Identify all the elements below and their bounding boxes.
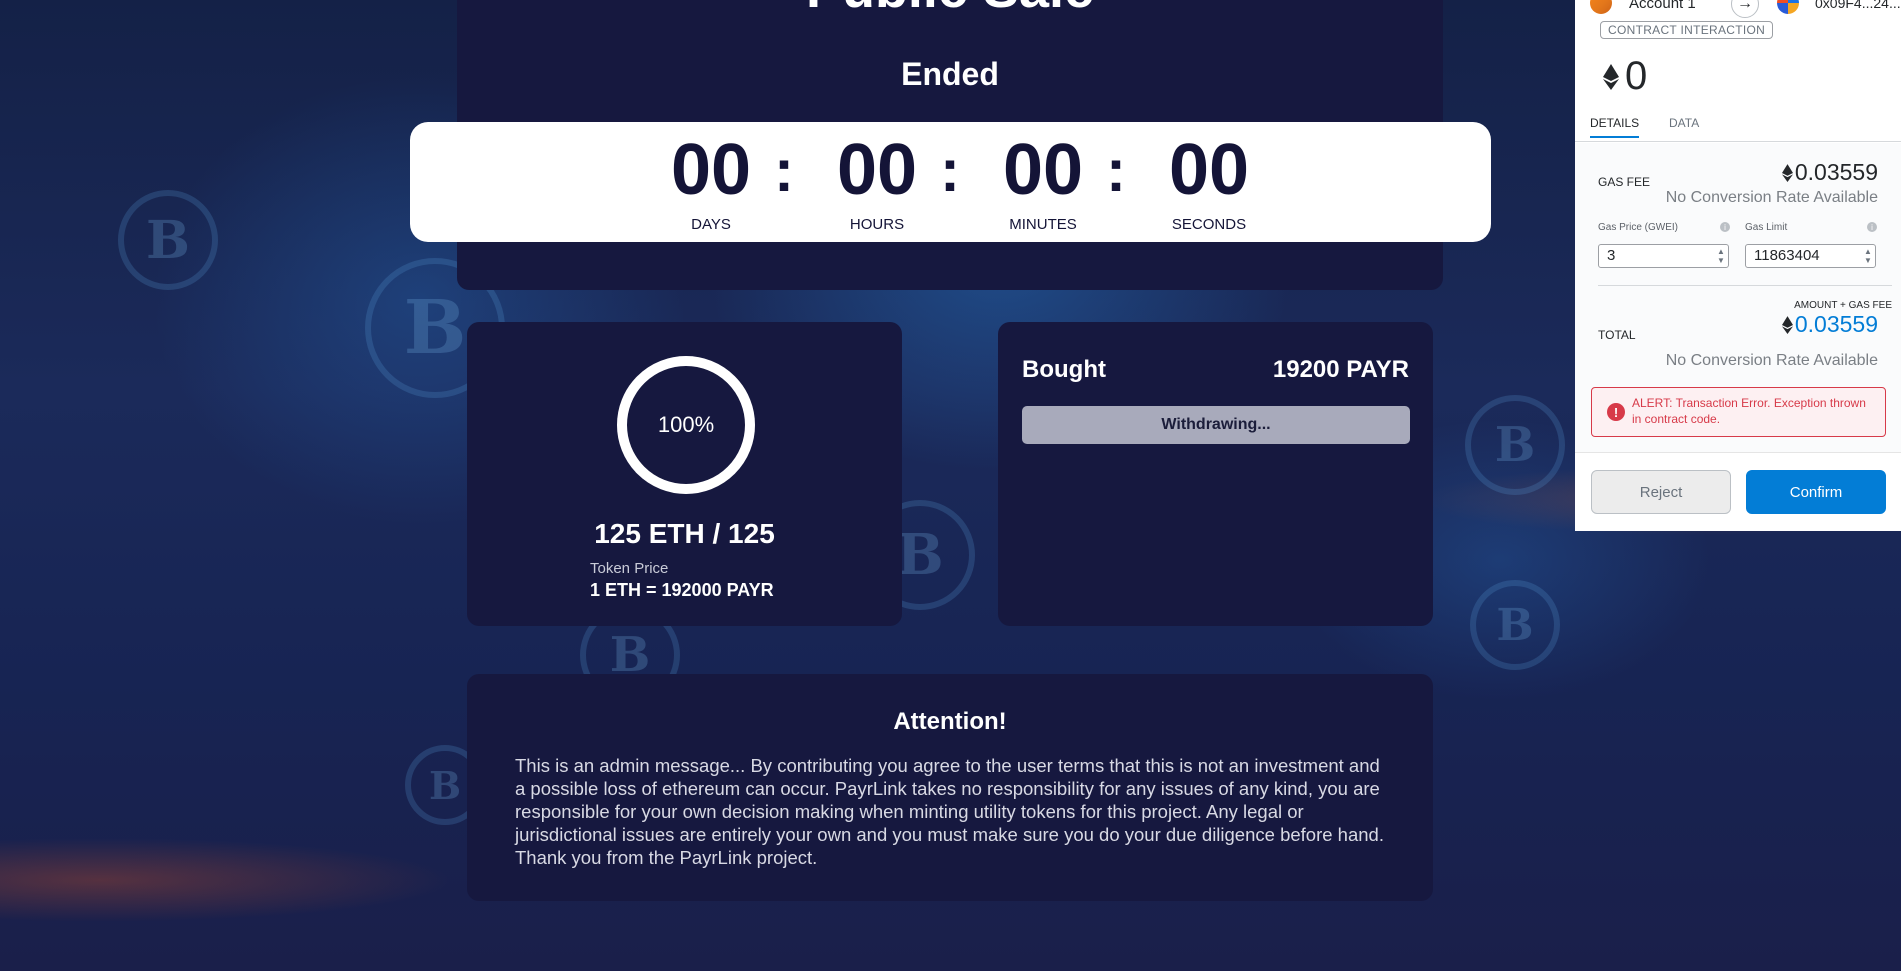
sale-status: Ended [901,56,999,92]
countdown-label: HOURS [849,216,905,233]
gas-fee-value-row: 0.03559 [1781,159,1878,186]
confirm-button[interactable]: Confirm [1746,470,1886,514]
bought-value: 19200 PAYR [1272,356,1409,383]
info-icon[interactable]: i [1867,222,1877,232]
gas-fee-value: 0.03559 [1794,159,1878,185]
eth-diamond-icon [1781,163,1793,182]
countdown-label: MINUTES [1009,216,1077,233]
total-conversion: No Conversion Rate Available [1665,352,1878,369]
metamask-fox-icon [1590,0,1612,14]
countdown-label: DAYS [691,216,731,233]
countdown-value: 00 [1168,130,1250,210]
gas-limit-value: 11863404 [1754,247,1820,264]
gas-price-value: 3 [1607,247,1616,264]
contract-interaction-badge: CONTRACT INTERACTION [1600,21,1774,39]
progress-card: 100% 125 ETH / 125 Token Price 1 ETH = 1… [467,322,902,626]
bought-label: Bought [1022,356,1106,383]
bitcoin-coin-icon: B [1465,395,1565,495]
metamask-popup: Account 1 → 0x09F4...24... CONTRACT INTE… [1575,0,1901,531]
countdown-minutes: 00 MINUTES [983,130,1103,233]
gas-fee-label: GAS FEE [1598,175,1651,189]
tab-details[interactable]: DETAILS [1590,116,1640,138]
countdown-separator: : [940,137,960,204]
countdown-value: 00 [836,130,918,210]
amount-gas-label: AMOUNT + GAS FEE [1794,300,1892,311]
countdown-hours: 00 HOURS [817,130,937,233]
amount-value: 0 [1625,54,1648,98]
gas-limit-label: Gas Limit [1745,222,1788,233]
stepper-icon[interactable]: ▲ ▼ [1716,247,1726,265]
details-panel: GAS FEE 0.03559 No Conversion Rate Avail… [1575,143,1901,453]
bitcoin-coin-icon: B [1470,580,1560,670]
gas-fee-conversion: No Conversion Rate Available [1665,189,1878,206]
countdown-timer: 00 DAYS : 00 HOURS : 00 MINUTES : 00 SEC… [410,122,1491,242]
alert-text: ALERT: Transaction Error. Exception thro… [1632,396,1866,426]
countdown-separator: : [774,137,794,204]
gas-price-input[interactable]: 3 ▲ ▼ [1598,244,1729,268]
info-icon[interactable]: i [1720,222,1730,232]
transaction-error-alert: ! ALERT: Transaction Error. Exception th… [1591,387,1886,437]
reject-button[interactable]: Reject [1591,470,1731,514]
recipient-address[interactable]: 0x09F4...24... [1815,0,1901,11]
page-title: Public Sale [457,0,1443,20]
divider [1598,285,1892,286]
attention-card: Attention! This is an admin message... B… [467,674,1433,901]
countdown-value: 00 [670,130,752,210]
countdown-value: 00 [1002,130,1084,210]
tab-data[interactable]: DATA [1669,116,1699,130]
arrow-right-icon: → [1731,0,1759,18]
account-name[interactable]: Account 1 [1629,0,1696,12]
attention-title: Attention! [893,708,1007,735]
countdown-days: 00 DAYS [651,130,771,233]
withdraw-button[interactable]: Withdrawing... [1022,406,1410,444]
stepper-icon[interactable]: ▲ ▼ [1863,247,1873,265]
total-value: 0.03559 [1794,311,1878,337]
countdown-seconds: 00 SECONDS [1149,130,1269,233]
token-price-value: 1 ETH = 192000 PAYR [590,580,774,600]
countdown-separator: : [1106,137,1126,204]
eth-diamond-icon [1603,63,1619,90]
transaction-amount: 0 [1603,54,1647,99]
countdown-label: SECONDS [1171,216,1247,233]
eth-diamond-icon [1781,315,1793,334]
gas-limit-input[interactable]: 11863404 ▲ ▼ [1745,244,1876,268]
account-avatar-icon [1777,0,1799,14]
alert-icon: ! [1607,403,1625,421]
purchase-card: Bought 19200 PAYR Withdrawing... [998,322,1433,626]
total-value-row: 0.03559 [1781,311,1878,338]
metamask-tabs: DETAILS DATA [1575,112,1901,142]
eth-raised: 125 ETH / 125 [594,518,775,549]
token-price-label: Token Price [590,560,669,577]
gas-price-label: Gas Price (GWEI) [1598,222,1679,233]
total-label: TOTAL [1598,328,1636,342]
bitcoin-coin-icon: B [118,190,218,290]
attention-message: This is an admin message... By contribut… [515,755,1384,868]
progress-percent: 100% [657,412,715,437]
